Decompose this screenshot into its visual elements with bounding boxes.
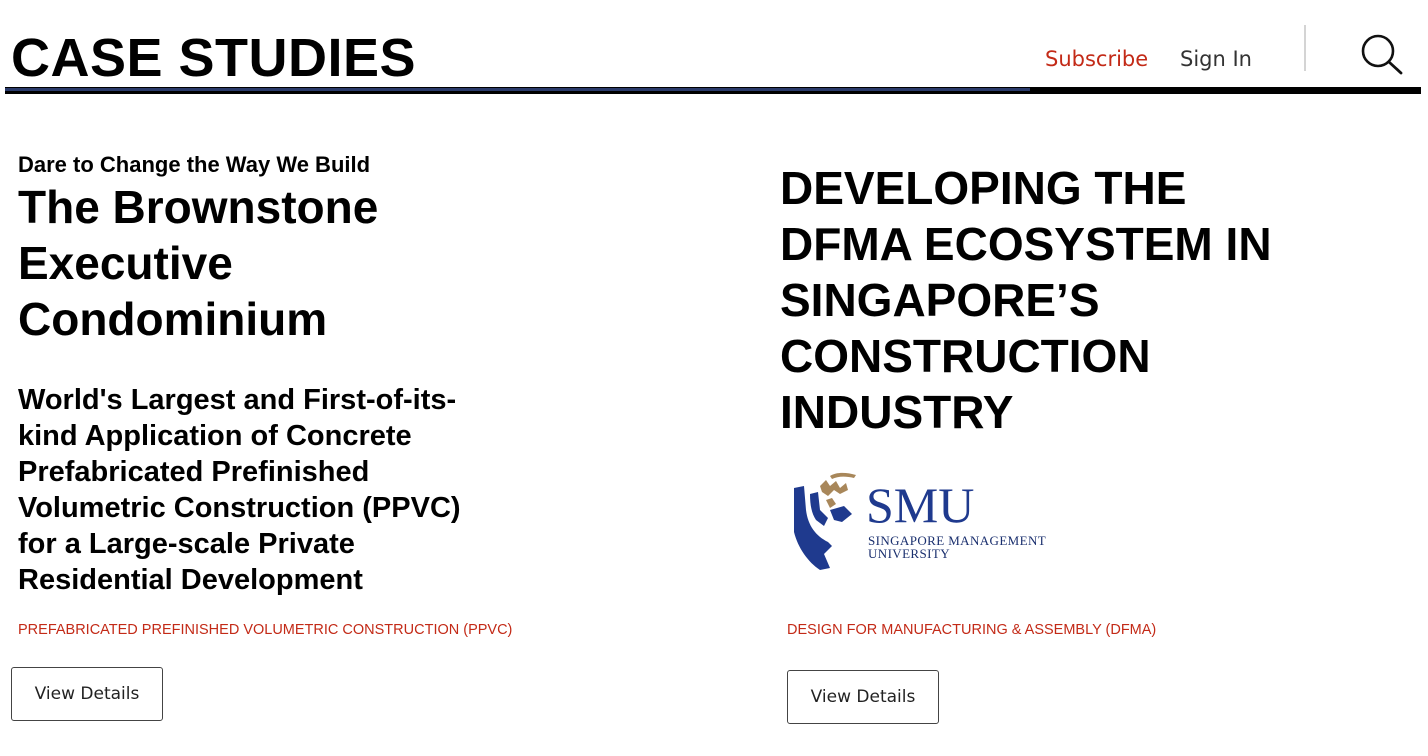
smu-logo: SMU SINGAPORE MANAGEMENT UNIVERSITY bbox=[790, 470, 1060, 572]
view-details-button[interactable]: View Details bbox=[787, 670, 939, 724]
category-tag-dfma[interactable]: DESIGN FOR MANUFACTURING & ASSEMBLY (DFM… bbox=[787, 620, 1156, 640]
card-subtitle: World's Largest and First-of-its-kind Ap… bbox=[18, 384, 461, 596]
card-kicker: Dare to Change the Way We Build bbox=[18, 152, 371, 177]
smu-lion-logo-icon bbox=[794, 472, 856, 570]
header-divider bbox=[1304, 25, 1306, 71]
smu-logo-name: SMU bbox=[866, 477, 975, 533]
card-title[interactable]: DEVELOPING THE DFMA ECOSYSTEM IN SINGAPO… bbox=[780, 160, 1300, 440]
header-rule bbox=[5, 87, 1421, 94]
subscribe-link[interactable]: Subscribe bbox=[1045, 45, 1148, 73]
search-button[interactable] bbox=[1356, 32, 1404, 76]
case-studies-page: CASE STUDIES Subscribe Sign In Dare to C… bbox=[0, 0, 1428, 756]
sign-in-link[interactable]: Sign In bbox=[1180, 45, 1252, 73]
card-title[interactable]: The Brownstone Executive Condominium bbox=[18, 179, 538, 347]
category-tag-ppvc[interactable]: PREFABRICATED PREFINISHED VOLUMETRIC CON… bbox=[18, 620, 512, 640]
search-icon bbox=[1361, 34, 1403, 75]
page-title: CASE STUDIES bbox=[11, 28, 417, 88]
header-rule-accent bbox=[5, 88, 1030, 91]
smu-logo-subtitle: SINGAPORE MANAGEMENT UNIVERSITY bbox=[868, 533, 1047, 561]
view-details-button[interactable]: View Details bbox=[11, 667, 163, 721]
